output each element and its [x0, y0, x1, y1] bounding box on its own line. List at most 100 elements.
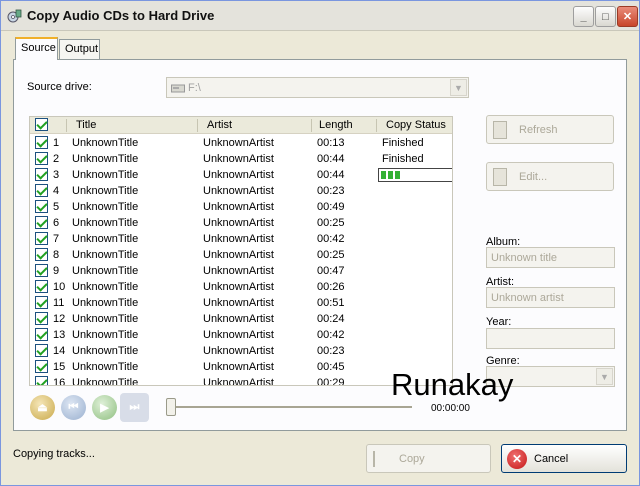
track-number: 6 — [53, 217, 60, 229]
track-title: UnknownTitle — [72, 329, 139, 341]
minimize-button[interactable]: _ — [573, 6, 594, 27]
track-artist: UnknownArtist — [203, 329, 274, 341]
seek-track[interactable] — [172, 406, 412, 408]
track-row[interactable]: 10 UnknownTitle UnknownArtist 00:26 — [30, 279, 452, 295]
track-number: 12 — [53, 313, 66, 325]
source-drive-select[interactable]: F:\ ▼ — [166, 77, 469, 98]
close-icon: ✕ — [622, 11, 633, 23]
tab-source[interactable]: Source — [15, 37, 58, 60]
chevron-down-icon[interactable]: ▼ — [596, 368, 613, 385]
track-row[interactable]: 5 UnknownTitle UnknownArtist 00:49 — [30, 199, 452, 215]
track-length: 00:44 — [317, 153, 345, 165]
track-checkbox[interactable] — [35, 280, 48, 293]
track-checkbox[interactable] — [35, 376, 48, 385]
track-status: Finished — [382, 153, 424, 165]
track-title: UnknownTitle — [72, 265, 139, 277]
status-text: Copying tracks... — [13, 448, 95, 460]
track-checkbox[interactable] — [35, 152, 48, 165]
tab-output[interactable]: Output — [59, 39, 100, 59]
track-artist: UnknownArtist — [203, 265, 274, 277]
copy-progress-fill — [381, 171, 402, 179]
track-checkbox[interactable] — [35, 216, 48, 229]
minimize-icon: _ — [580, 10, 587, 23]
cancel-button-label: Cancel — [534, 453, 569, 465]
track-row[interactable]: 1 UnknownTitle UnknownArtist 00:13 Finished — [30, 135, 452, 151]
track-checkbox[interactable] — [35, 232, 48, 245]
track-title: UnknownTitle — [72, 281, 139, 293]
track-length: 00:23 — [317, 185, 345, 197]
track-row[interactable]: 13 UnknownTitle UnknownArtist 00:42 — [30, 327, 452, 343]
track-list[interactable]: Title Artist Length Copy Status 1 Unknown… — [29, 116, 453, 386]
track-checkbox[interactable] — [35, 168, 48, 181]
track-artist: UnknownArtist — [203, 169, 274, 181]
track-checkbox[interactable] — [35, 344, 48, 357]
track-row[interactable]: 14 UnknownTitle UnknownArtist 00:23 — [30, 343, 452, 359]
track-title: UnknownTitle — [72, 313, 139, 325]
next-track-button[interactable]: ⏭ — [120, 393, 149, 422]
window-title: Copy Audio CDs to Hard Drive — [27, 8, 215, 23]
track-checkbox[interactable] — [35, 248, 48, 261]
track-title: UnknownTitle — [72, 153, 139, 165]
cancel-button[interactable]: ✕ Cancel — [501, 444, 627, 473]
track-row[interactable]: 3 UnknownTitle UnknownArtist 00:44 — [30, 167, 452, 183]
seek-slider-thumb[interactable] — [166, 398, 176, 416]
column-artist[interactable]: Artist — [207, 119, 232, 131]
column-title[interactable]: Title — [76, 119, 96, 131]
track-row[interactable]: 11 UnknownTitle UnknownArtist 00:51 — [30, 295, 452, 311]
select-all-checkbox[interactable] — [35, 118, 48, 131]
eject-icon: ⏏ — [37, 402, 48, 414]
track-row[interactable]: 15 UnknownTitle UnknownArtist 00:45 — [30, 359, 452, 375]
track-artist: UnknownArtist — [203, 217, 274, 229]
source-drive-label: Source drive: — [27, 81, 92, 93]
copy-progress-bar — [378, 168, 452, 182]
track-checkbox[interactable] — [35, 360, 48, 373]
source-drive-value: F:\ — [188, 82, 201, 94]
track-row[interactable]: 8 UnknownTitle UnknownArtist 00:25 — [30, 247, 452, 263]
track-title: UnknownTitle — [72, 233, 139, 245]
track-row[interactable]: 16 UnknownTitle UnknownArtist 00:29 — [30, 375, 452, 386]
track-checkbox[interactable] — [35, 136, 48, 149]
previous-track-button[interactable]: ⏮ — [61, 395, 86, 420]
column-copy-status[interactable]: Copy Status — [386, 119, 446, 131]
copy-button[interactable]: Copy — [366, 444, 491, 473]
eject-button[interactable]: ⏏ — [30, 395, 55, 420]
track-number: 7 — [53, 233, 60, 245]
chevron-down-icon[interactable]: ▼ — [450, 79, 467, 96]
track-number: 4 — [53, 185, 60, 197]
track-length: 00:42 — [317, 329, 345, 341]
watermark-text: Runakay — [391, 367, 514, 402]
close-button[interactable]: ✕ — [617, 6, 638, 27]
track-checkbox[interactable] — [35, 312, 48, 325]
track-title: UnknownTitle — [72, 185, 139, 197]
track-number: 15 — [53, 361, 66, 373]
track-row[interactable]: 12 UnknownTitle UnknownArtist 00:24 — [30, 311, 452, 327]
track-row[interactable]: 7 UnknownTitle UnknownArtist 00:42 — [30, 231, 452, 247]
year-field[interactable] — [486, 328, 615, 349]
maximize-button[interactable]: □ — [595, 6, 616, 27]
track-checkbox[interactable] — [35, 184, 48, 197]
track-row[interactable]: 6 UnknownTitle UnknownArtist 00:25 — [30, 215, 452, 231]
title-bar: Copy Audio CDs to Hard Drive _ □ ✕ — [1, 1, 639, 31]
track-title: UnknownTitle — [72, 137, 139, 149]
track-row[interactable]: 4 UnknownTitle UnknownArtist 00:23 — [30, 183, 452, 199]
track-artist: UnknownArtist — [203, 185, 274, 197]
artist-field[interactable]: Unknown artist — [486, 287, 615, 308]
refresh-button[interactable]: Refresh — [486, 115, 614, 144]
track-length: 00:51 — [317, 297, 345, 309]
track-artist: UnknownArtist — [203, 233, 274, 245]
track-number: 11 — [53, 297, 65, 309]
track-checkbox[interactable] — [35, 200, 48, 213]
column-length[interactable]: Length — [319, 119, 353, 131]
track-row[interactable]: 9 UnknownTitle UnknownArtist 00:47 — [30, 263, 452, 279]
track-checkbox[interactable] — [35, 296, 48, 309]
track-checkbox[interactable] — [35, 264, 48, 277]
edit-button[interactable]: Edit... — [486, 162, 614, 191]
track-checkbox[interactable] — [35, 328, 48, 341]
play-button[interactable]: ▶ — [92, 395, 117, 420]
track-title: UnknownTitle — [72, 377, 139, 386]
track-number: 14 — [53, 345, 66, 357]
edit-icon — [493, 168, 507, 186]
track-row[interactable]: 2 UnknownTitle UnknownArtist 00:44 Finished — [30, 151, 452, 167]
album-field[interactable]: Unknown title — [486, 247, 615, 268]
track-length: 00:45 — [317, 361, 345, 373]
